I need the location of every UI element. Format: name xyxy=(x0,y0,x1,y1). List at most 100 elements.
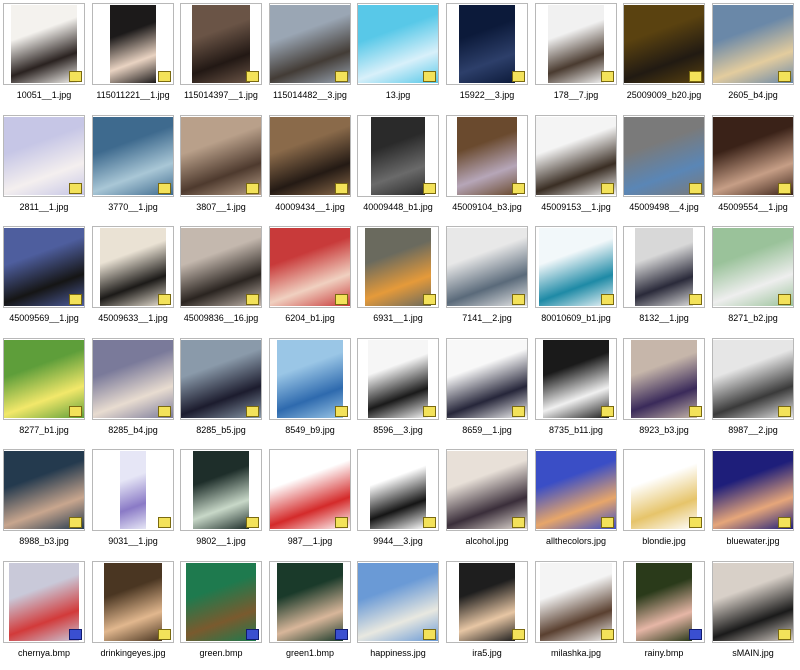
file-item[interactable]: chernya.bmp xyxy=(2,560,90,670)
file-thumbnail[interactable] xyxy=(712,338,794,420)
file-thumbnail[interactable] xyxy=(623,338,705,420)
file-item[interactable]: alcohol.jpg xyxy=(445,448,533,558)
file-thumbnail[interactable] xyxy=(3,449,85,531)
file-item[interactable]: 8277_b1.jpg xyxy=(2,337,90,447)
file-item[interactable]: 6931__1.jpg xyxy=(356,225,444,335)
file-thumbnail[interactable] xyxy=(623,3,705,85)
file-thumbnail[interactable] xyxy=(92,115,174,197)
file-thumbnail[interactable] xyxy=(92,449,174,531)
file-item[interactable]: 115014397__1.jpg xyxy=(179,2,267,112)
file-thumbnail[interactable] xyxy=(3,3,85,85)
file-thumbnail[interactable] xyxy=(535,3,617,85)
file-item[interactable]: 3770__1.jpg xyxy=(91,114,179,224)
file-thumbnail[interactable] xyxy=(180,449,262,531)
file-thumbnail[interactable] xyxy=(712,3,794,85)
file-item[interactable]: green1.bmp xyxy=(268,560,356,670)
file-thumbnail[interactable] xyxy=(357,561,439,643)
file-thumbnail[interactable] xyxy=(269,115,351,197)
file-item[interactable]: 6204_b1.jpg xyxy=(268,225,356,335)
file-thumbnail[interactable] xyxy=(357,449,439,531)
file-item[interactable]: bluewater.jpg xyxy=(711,448,799,558)
file-thumbnail[interactable] xyxy=(446,449,528,531)
file-item[interactable]: milashka.jpg xyxy=(534,560,622,670)
file-thumbnail[interactable] xyxy=(92,226,174,308)
file-thumbnail[interactable] xyxy=(446,338,528,420)
file-item[interactable]: 8735_b11.jpg xyxy=(534,337,622,447)
file-item[interactable]: 40009448_b1.jpg xyxy=(356,114,444,224)
file-item[interactable]: 80010609_b1.jpg xyxy=(534,225,622,335)
file-item[interactable]: 45009633__1.jpg xyxy=(91,225,179,335)
file-item[interactable]: 9944__3.jpg xyxy=(356,448,444,558)
file-thumbnail[interactable] xyxy=(180,3,262,85)
file-thumbnail[interactable] xyxy=(269,226,351,308)
file-item[interactable]: 13.jpg xyxy=(356,2,444,112)
file-thumbnail[interactable] xyxy=(446,3,528,85)
file-item[interactable]: drinkingeyes.jpg xyxy=(91,560,179,670)
file-item[interactable]: allthecolors.jpg xyxy=(534,448,622,558)
file-item[interactable]: sMAIN.jpg xyxy=(711,560,799,670)
file-item[interactable]: 2811__1.jpg xyxy=(2,114,90,224)
file-item[interactable]: 45009153__1.jpg xyxy=(534,114,622,224)
file-item[interactable]: 8988_b3.jpg xyxy=(2,448,90,558)
file-item[interactable]: 2605_b4.jpg xyxy=(711,2,799,112)
file-thumbnail[interactable] xyxy=(446,226,528,308)
file-thumbnail[interactable] xyxy=(535,115,617,197)
file-thumbnail[interactable] xyxy=(446,561,528,643)
file-thumbnail[interactable] xyxy=(3,226,85,308)
file-item[interactable]: 45009498__4.jpg xyxy=(622,114,710,224)
file-thumbnail[interactable] xyxy=(3,561,85,643)
file-item[interactable]: 8285_b5.jpg xyxy=(179,337,267,447)
file-thumbnail[interactable] xyxy=(92,561,174,643)
file-item[interactable]: 25009009_b20.jpg xyxy=(622,2,710,112)
file-thumbnail[interactable] xyxy=(180,561,262,643)
file-thumbnail[interactable] xyxy=(535,561,617,643)
file-item[interactable]: 9802__1.jpg xyxy=(179,448,267,558)
file-thumbnail[interactable] xyxy=(3,338,85,420)
file-item[interactable]: 8271_b2.jpg xyxy=(711,225,799,335)
file-item[interactable]: 8923_b3.jpg xyxy=(622,337,710,447)
file-thumbnail[interactable] xyxy=(92,3,174,85)
file-thumbnail[interactable] xyxy=(535,449,617,531)
file-thumbnail[interactable] xyxy=(712,449,794,531)
file-thumbnail[interactable] xyxy=(357,226,439,308)
file-item[interactable]: ira5.jpg xyxy=(445,560,533,670)
file-item[interactable]: 987__1.jpg xyxy=(268,448,356,558)
file-thumbnail[interactable] xyxy=(623,226,705,308)
file-item[interactable]: 45009104_b3.jpg xyxy=(445,114,533,224)
file-item[interactable]: rainy.bmp xyxy=(622,560,710,670)
file-item[interactable]: 8285_b4.jpg xyxy=(91,337,179,447)
file-item[interactable]: 3807__1.jpg xyxy=(179,114,267,224)
file-thumbnail[interactable] xyxy=(269,449,351,531)
file-thumbnail[interactable] xyxy=(446,115,528,197)
file-thumbnail[interactable] xyxy=(180,115,262,197)
file-thumbnail[interactable] xyxy=(623,561,705,643)
file-item[interactable]: blondie.jpg xyxy=(622,448,710,558)
file-item[interactable]: 8549_b9.jpg xyxy=(268,337,356,447)
file-item[interactable]: 178__7.jpg xyxy=(534,2,622,112)
file-thumbnail[interactable] xyxy=(357,115,439,197)
file-item[interactable]: green.bmp xyxy=(179,560,267,670)
file-item[interactable]: 10051__1.jpg xyxy=(2,2,90,112)
file-thumbnail[interactable] xyxy=(269,561,351,643)
file-item[interactable]: 8987__2.jpg xyxy=(711,337,799,447)
file-item[interactable]: 15922__3.jpg xyxy=(445,2,533,112)
file-item[interactable]: 115014482__3.jpg xyxy=(268,2,356,112)
file-item[interactable]: 45009554__1.jpg xyxy=(711,114,799,224)
file-item[interactable]: 115011221__1.jpg xyxy=(91,2,179,112)
file-thumbnail[interactable] xyxy=(623,449,705,531)
file-item[interactable]: 9031__1.jpg xyxy=(91,448,179,558)
file-thumbnail[interactable] xyxy=(180,338,262,420)
file-thumbnail[interactable] xyxy=(712,115,794,197)
file-thumbnail[interactable] xyxy=(92,338,174,420)
file-item[interactable]: happiness.jpg xyxy=(356,560,444,670)
file-item[interactable]: 8659__1.jpg xyxy=(445,337,533,447)
file-thumbnail[interactable] xyxy=(623,115,705,197)
file-item[interactable]: 45009569__1.jpg xyxy=(2,225,90,335)
file-item[interactable]: 8132__1.jpg xyxy=(622,225,710,335)
file-thumbnail[interactable] xyxy=(269,3,351,85)
file-item[interactable]: 8596__3.jpg xyxy=(356,337,444,447)
file-item[interactable]: 45009836__16.jpg xyxy=(179,225,267,335)
file-item[interactable]: 40009434__1.jpg xyxy=(268,114,356,224)
file-thumbnail[interactable] xyxy=(535,226,617,308)
file-thumbnail[interactable] xyxy=(180,226,262,308)
